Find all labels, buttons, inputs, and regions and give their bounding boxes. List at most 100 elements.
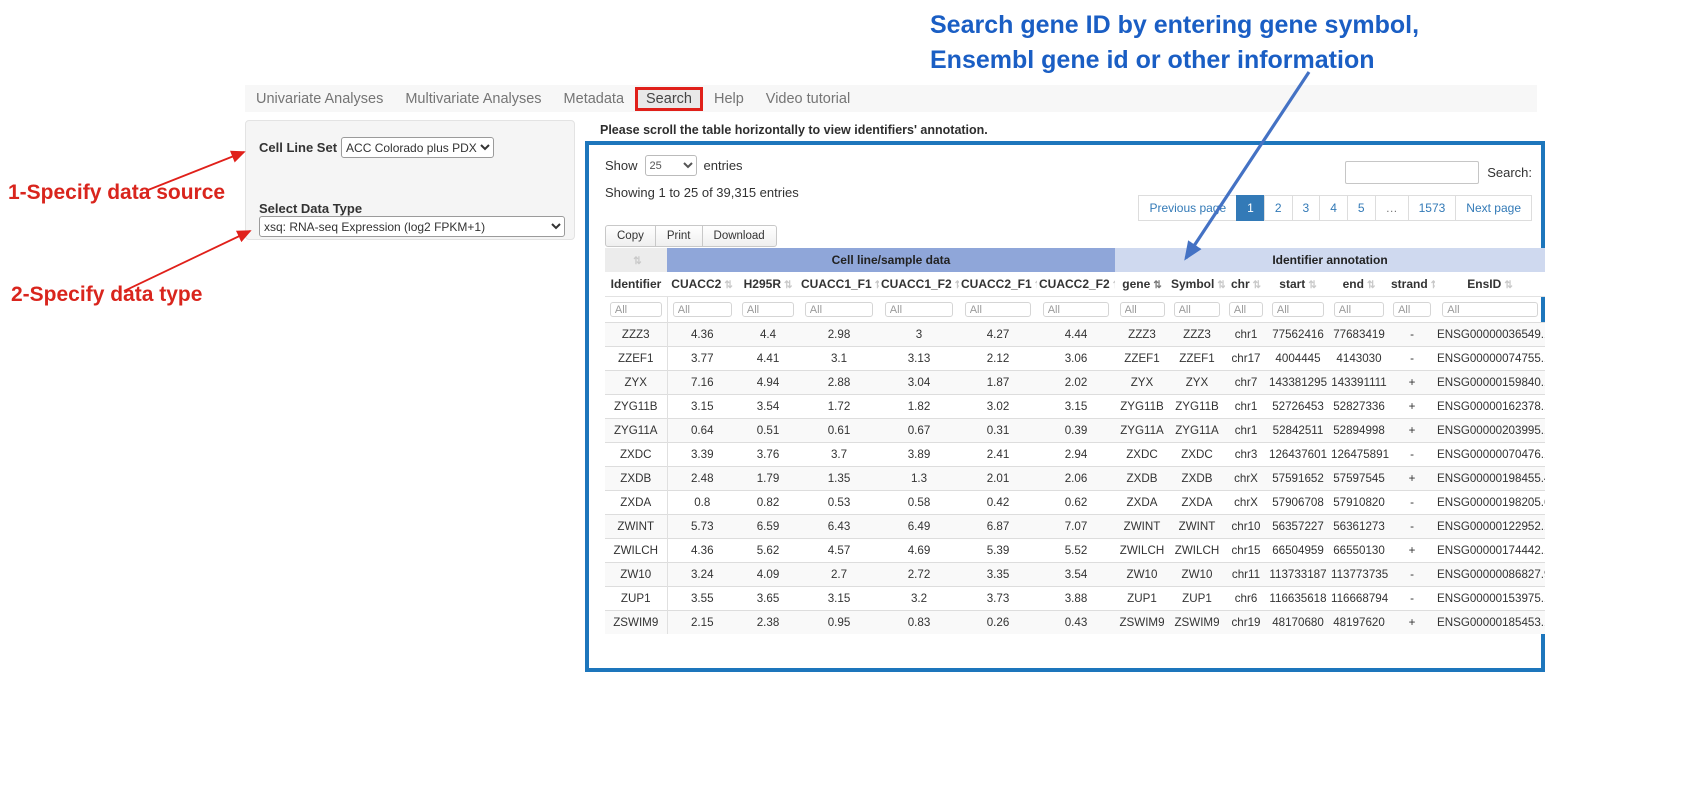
cell-cuacc2-f2: 3.15 xyxy=(1037,395,1115,419)
cell-ensid: ENSG00000036549.13 xyxy=(1435,323,1545,347)
cell-chr: chr1 xyxy=(1225,419,1267,443)
export-print-button[interactable]: Print xyxy=(655,225,703,247)
cell-cuacc2-f1: 2.41 xyxy=(959,443,1037,467)
nav-tab-search[interactable]: Search xyxy=(635,87,703,111)
page-button-1[interactable]: 1 xyxy=(1236,195,1265,221)
table-row: ZYG11B3.153.541.721.823.023.15ZYG11BZYG1… xyxy=(605,395,1545,419)
cell-chr: chrX xyxy=(1225,491,1267,515)
page-length-select[interactable]: 25 xyxy=(645,155,697,176)
column-header-identifier[interactable]: Identifier xyxy=(605,272,667,297)
cell-strand: + xyxy=(1389,371,1435,395)
column-label: start xyxy=(1279,277,1305,291)
filter-input-strand[interactable] xyxy=(1393,302,1431,317)
cell-identifier: ZYX xyxy=(605,371,667,395)
column-header-cuacc2-f1[interactable]: CUACC2_F1⇅ xyxy=(959,272,1037,297)
column-header-cuacc1-f1[interactable]: CUACC1_F1⇅ xyxy=(799,272,879,297)
column-header-cuacc2-f2[interactable]: CUACC2_F2⇅ xyxy=(1037,272,1115,297)
cell-cuacc2: 4.36 xyxy=(667,539,737,563)
cell-cuacc2-f1: 4.27 xyxy=(959,323,1037,347)
filter-input-cuacc1-f2[interactable] xyxy=(885,302,953,317)
filter-input-cuacc2-f2[interactable] xyxy=(1043,302,1110,317)
column-header-strand[interactable]: strand⇅ xyxy=(1389,272,1435,297)
filter-input-symbol[interactable] xyxy=(1174,302,1221,317)
cell-chr: chr19 xyxy=(1225,611,1267,635)
nav-tab-help[interactable]: Help xyxy=(703,87,755,111)
table-row: ZWINT5.736.596.436.496.877.07ZWINTZWINTc… xyxy=(605,515,1545,539)
pagination-ellipsis[interactable]: … xyxy=(1375,195,1409,221)
cell-cuacc2-f1: 6.87 xyxy=(959,515,1037,539)
sort-icon: ⇅ xyxy=(1431,280,1435,291)
filter-input-gene[interactable] xyxy=(1120,302,1165,317)
nav-tab-multivariate-analyses[interactable]: Multivariate Analyses xyxy=(394,87,552,111)
cell-ensid: ENSG00000070476.15 xyxy=(1435,443,1545,467)
cell-end: 56361273 xyxy=(1329,515,1389,539)
cell-h295r: 0.51 xyxy=(737,419,799,443)
cell-identifier: ZZZ3 xyxy=(605,323,667,347)
page-button-1573[interactable]: 1573 xyxy=(1408,195,1457,221)
cell-ensid: ENSG00000159840.16 xyxy=(1435,371,1545,395)
table-row: ZWILCH4.365.624.574.695.395.52ZWILCHZWIL… xyxy=(605,539,1545,563)
cell-chr: chr6 xyxy=(1225,587,1267,611)
cell-h295r: 0.82 xyxy=(737,491,799,515)
table-search-input[interactable] xyxy=(1345,161,1479,184)
cell-end: 77683419 xyxy=(1329,323,1389,347)
cell-chr: chr11 xyxy=(1225,563,1267,587)
sort-icon: ⇅ xyxy=(1504,280,1512,291)
table-row: ZYX7.164.942.883.041.872.02ZYXZYXchr7143… xyxy=(605,371,1545,395)
nav-tab-video-tutorial[interactable]: Video tutorial xyxy=(755,87,861,111)
cell-line-set-select[interactable]: ACC Colorado plus PDX xyxy=(341,137,494,158)
cell-symbol: ZXDC xyxy=(1169,443,1225,467)
column-header-h295r[interactable]: H295R⇅ xyxy=(737,272,799,297)
cell-ensid: ENSG00000086827.9 xyxy=(1435,563,1545,587)
cell-cuacc2-f2: 0.39 xyxy=(1037,419,1115,443)
column-label: strand xyxy=(1391,277,1428,291)
cell-start: 126437601 xyxy=(1267,443,1329,467)
filter-input-cuacc2-f1[interactable] xyxy=(965,302,1032,317)
data-type-select[interactable]: xsq: RNA-seq Expression (log2 FPKM+1) xyxy=(259,216,565,237)
page-button-4[interactable]: 4 xyxy=(1319,195,1348,221)
column-header-start[interactable]: start⇅ xyxy=(1267,272,1329,297)
cell-cuacc2: 7.16 xyxy=(667,371,737,395)
filter-cell-strand xyxy=(1389,297,1435,323)
filter-input-identifier[interactable] xyxy=(610,302,662,317)
cell-cuacc1-f2: 6.49 xyxy=(879,515,959,539)
cell-strand: - xyxy=(1389,347,1435,371)
filter-input-h295r[interactable] xyxy=(742,302,794,317)
cell-strand: - xyxy=(1389,515,1435,539)
filter-input-start[interactable] xyxy=(1272,302,1324,317)
column-header-cuacc1-f2[interactable]: CUACC1_F2⇅ xyxy=(879,272,959,297)
column-header-ensid[interactable]: EnsID⇅ xyxy=(1435,272,1545,297)
cell-ensid: ENSG00000122952.17 xyxy=(1435,515,1545,539)
export-download-button[interactable]: Download xyxy=(702,225,777,247)
filter-input-ensid[interactable] xyxy=(1442,302,1537,317)
column-header-end[interactable]: end⇅ xyxy=(1329,272,1389,297)
page-button-2[interactable]: 2 xyxy=(1264,195,1293,221)
cell-strand: - xyxy=(1389,587,1435,611)
export-copy-button[interactable]: Copy xyxy=(605,225,656,247)
filter-input-end[interactable] xyxy=(1334,302,1384,317)
cell-cuacc2-f1: 0.26 xyxy=(959,611,1037,635)
cell-cuacc2-f2: 5.52 xyxy=(1037,539,1115,563)
cell-chr: chrX xyxy=(1225,467,1267,491)
column-label: CUACC1_F2 xyxy=(881,277,952,291)
next-page-button[interactable]: Next page xyxy=(1455,195,1532,221)
cell-ensid: ENSG00000203995.10 xyxy=(1435,419,1545,443)
nav-tab-metadata[interactable]: Metadata xyxy=(553,87,635,111)
cell-cuacc2: 3.55 xyxy=(667,587,737,611)
nav-tab-univariate-analyses[interactable]: Univariate Analyses xyxy=(245,87,394,111)
cell-start: 52842511 xyxy=(1267,419,1329,443)
cell-strand: + xyxy=(1389,539,1435,563)
column-header-chr[interactable]: chr⇅ xyxy=(1225,272,1267,297)
filter-input-cuacc1-f1[interactable] xyxy=(805,302,873,317)
cell-h295r: 1.79 xyxy=(737,467,799,491)
previous-page-button[interactable]: Previous page xyxy=(1138,195,1237,221)
page-button-5[interactable]: 5 xyxy=(1347,195,1376,221)
column-header-symbol[interactable]: Symbol⇅ xyxy=(1169,272,1225,297)
cell-cuacc2-f2: 0.62 xyxy=(1037,491,1115,515)
filter-input-cuacc2[interactable] xyxy=(673,302,732,317)
entries-label: entries xyxy=(704,158,743,173)
filter-input-chr[interactable] xyxy=(1229,302,1263,317)
column-header-cuacc2[interactable]: CUACC2⇅ xyxy=(667,272,737,297)
column-header-gene[interactable]: gene⇅ xyxy=(1115,272,1169,297)
page-button-3[interactable]: 3 xyxy=(1292,195,1321,221)
